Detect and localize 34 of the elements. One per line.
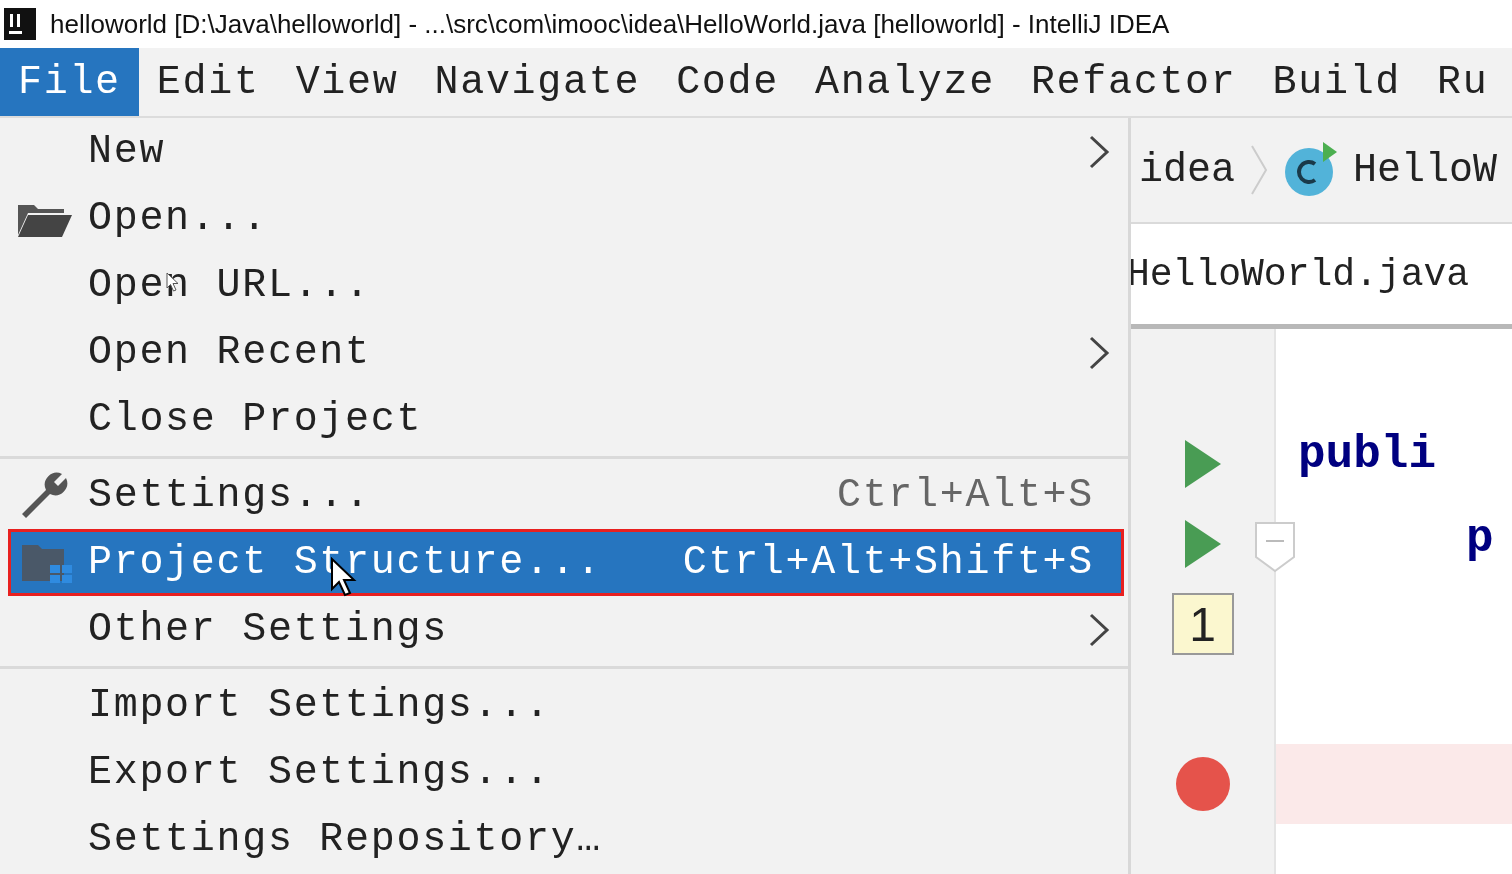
run-icon [1182, 438, 1223, 490]
menu-item[interactable]: New [0, 118, 1128, 185]
chevron-icon [1249, 144, 1269, 196]
line-number: 1 [1171, 593, 1234, 655]
run-icon [1182, 518, 1223, 570]
app-icon [4, 8, 36, 40]
menu-item[interactable]: Open Recent [0, 319, 1128, 386]
breadcrumb-item[interactable]: idea [1139, 147, 1235, 193]
code-text: publi [1298, 429, 1437, 481]
menu-item[interactable]: Close Project [0, 386, 1128, 453]
menu-item[interactable]: Other Settings [0, 596, 1128, 663]
menu-title[interactable]: Ru [1419, 48, 1507, 116]
menu-item[interactable]: Open URL... [0, 252, 1128, 319]
cursor-icon [166, 272, 180, 292]
menu-item[interactable]: Open... [0, 185, 1128, 252]
menu-title[interactable]: File [0, 48, 139, 116]
menu-item[interactable]: Import Settings... [0, 672, 1128, 739]
menu-title[interactable]: Build [1254, 48, 1420, 116]
class-icon [1283, 142, 1339, 198]
breadcrumb-item[interactable]: HelloW [1353, 147, 1498, 193]
menu-item[interactable]: Settings... Ctrl+Alt+S [0, 462, 1128, 529]
window-title: helloworld [D:\Java\helloworld] - ...\src\com\imooc\idea\HelloWorld.java [helloworld] - IntelliJ IDEA [50, 8, 1170, 40]
code-text: p [1466, 513, 1494, 565]
fold-icon[interactable] [1254, 521, 1296, 573]
menu-item[interactable]: Settings Repository… [0, 806, 1128, 873]
menu-title[interactable]: Analyze [796, 48, 1013, 116]
menu-title[interactable]: Navigate [416, 48, 659, 116]
menu-title[interactable]: Code [658, 48, 797, 116]
menu-item[interactable]: Project Structure... Ctrl+Alt+Shift+S [8, 529, 1124, 596]
breakpoint-icon [1174, 756, 1231, 812]
menu-title[interactable]: View [277, 48, 417, 116]
menu-title[interactable]: Refactor [1012, 48, 1255, 116]
menu-item[interactable]: Export Settings... [0, 739, 1128, 806]
menu-title[interactable]: Edit [138, 48, 278, 116]
